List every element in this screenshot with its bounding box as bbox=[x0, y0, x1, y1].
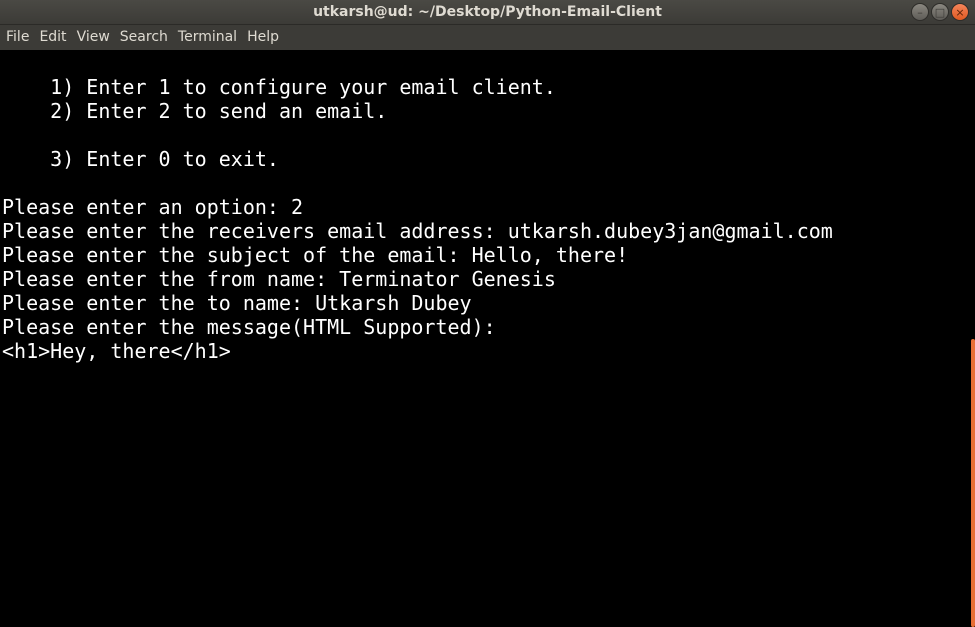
close-button[interactable]: × bbox=[951, 3, 969, 21]
terminal-line: Please enter the message(HTML Supported)… bbox=[2, 315, 496, 339]
terminal-output[interactable]: 1) Enter 1 to configure your email clien… bbox=[0, 50, 969, 627]
scrollbar[interactable] bbox=[969, 50, 975, 627]
terminal-line: Please enter the subject of the email: H… bbox=[2, 243, 629, 267]
terminal-line: 3) Enter 0 to exit. bbox=[2, 147, 279, 171]
terminal-line: Please enter the receivers email address… bbox=[2, 219, 833, 243]
menu-file[interactable]: File bbox=[1, 25, 34, 50]
menu-search[interactable]: Search bbox=[115, 25, 173, 50]
menu-terminal[interactable]: Terminal bbox=[173, 25, 242, 50]
maximize-icon: □ bbox=[934, 5, 946, 19]
terminal-line: <h1>Hey, there</h1> bbox=[2, 339, 231, 363]
close-icon: × bbox=[955, 5, 965, 19]
menu-edit[interactable]: Edit bbox=[34, 25, 71, 50]
terminal-line: Please enter an option: 2 bbox=[2, 195, 304, 219]
minimize-icon: – bbox=[917, 5, 923, 19]
menu-help[interactable]: Help bbox=[242, 25, 284, 50]
scrollbar-thumb[interactable] bbox=[971, 339, 975, 627]
terminal-line: Please enter the from name: Terminator G… bbox=[2, 267, 556, 291]
minimize-button[interactable]: – bbox=[911, 3, 929, 21]
terminal-line: 2) Enter 2 to send an email. bbox=[2, 99, 388, 123]
menu-view[interactable]: View bbox=[72, 25, 115, 50]
maximize-button[interactable]: □ bbox=[931, 3, 949, 21]
window-title: utkarsh@ud: ~/Desktop/Python-Email-Clien… bbox=[313, 4, 662, 20]
window-controls: – □ × bbox=[911, 3, 969, 21]
terminal-line: 1) Enter 1 to configure your email clien… bbox=[2, 75, 556, 99]
terminal-line: Please enter the to name: Utkarsh Dubey bbox=[2, 291, 472, 315]
title-bar[interactable]: utkarsh@ud: ~/Desktop/Python-Email-Clien… bbox=[0, 0, 975, 25]
menu-bar: File Edit View Search Terminal Help bbox=[0, 25, 975, 50]
terminal-window: utkarsh@ud: ~/Desktop/Python-Email-Clien… bbox=[0, 0, 975, 627]
